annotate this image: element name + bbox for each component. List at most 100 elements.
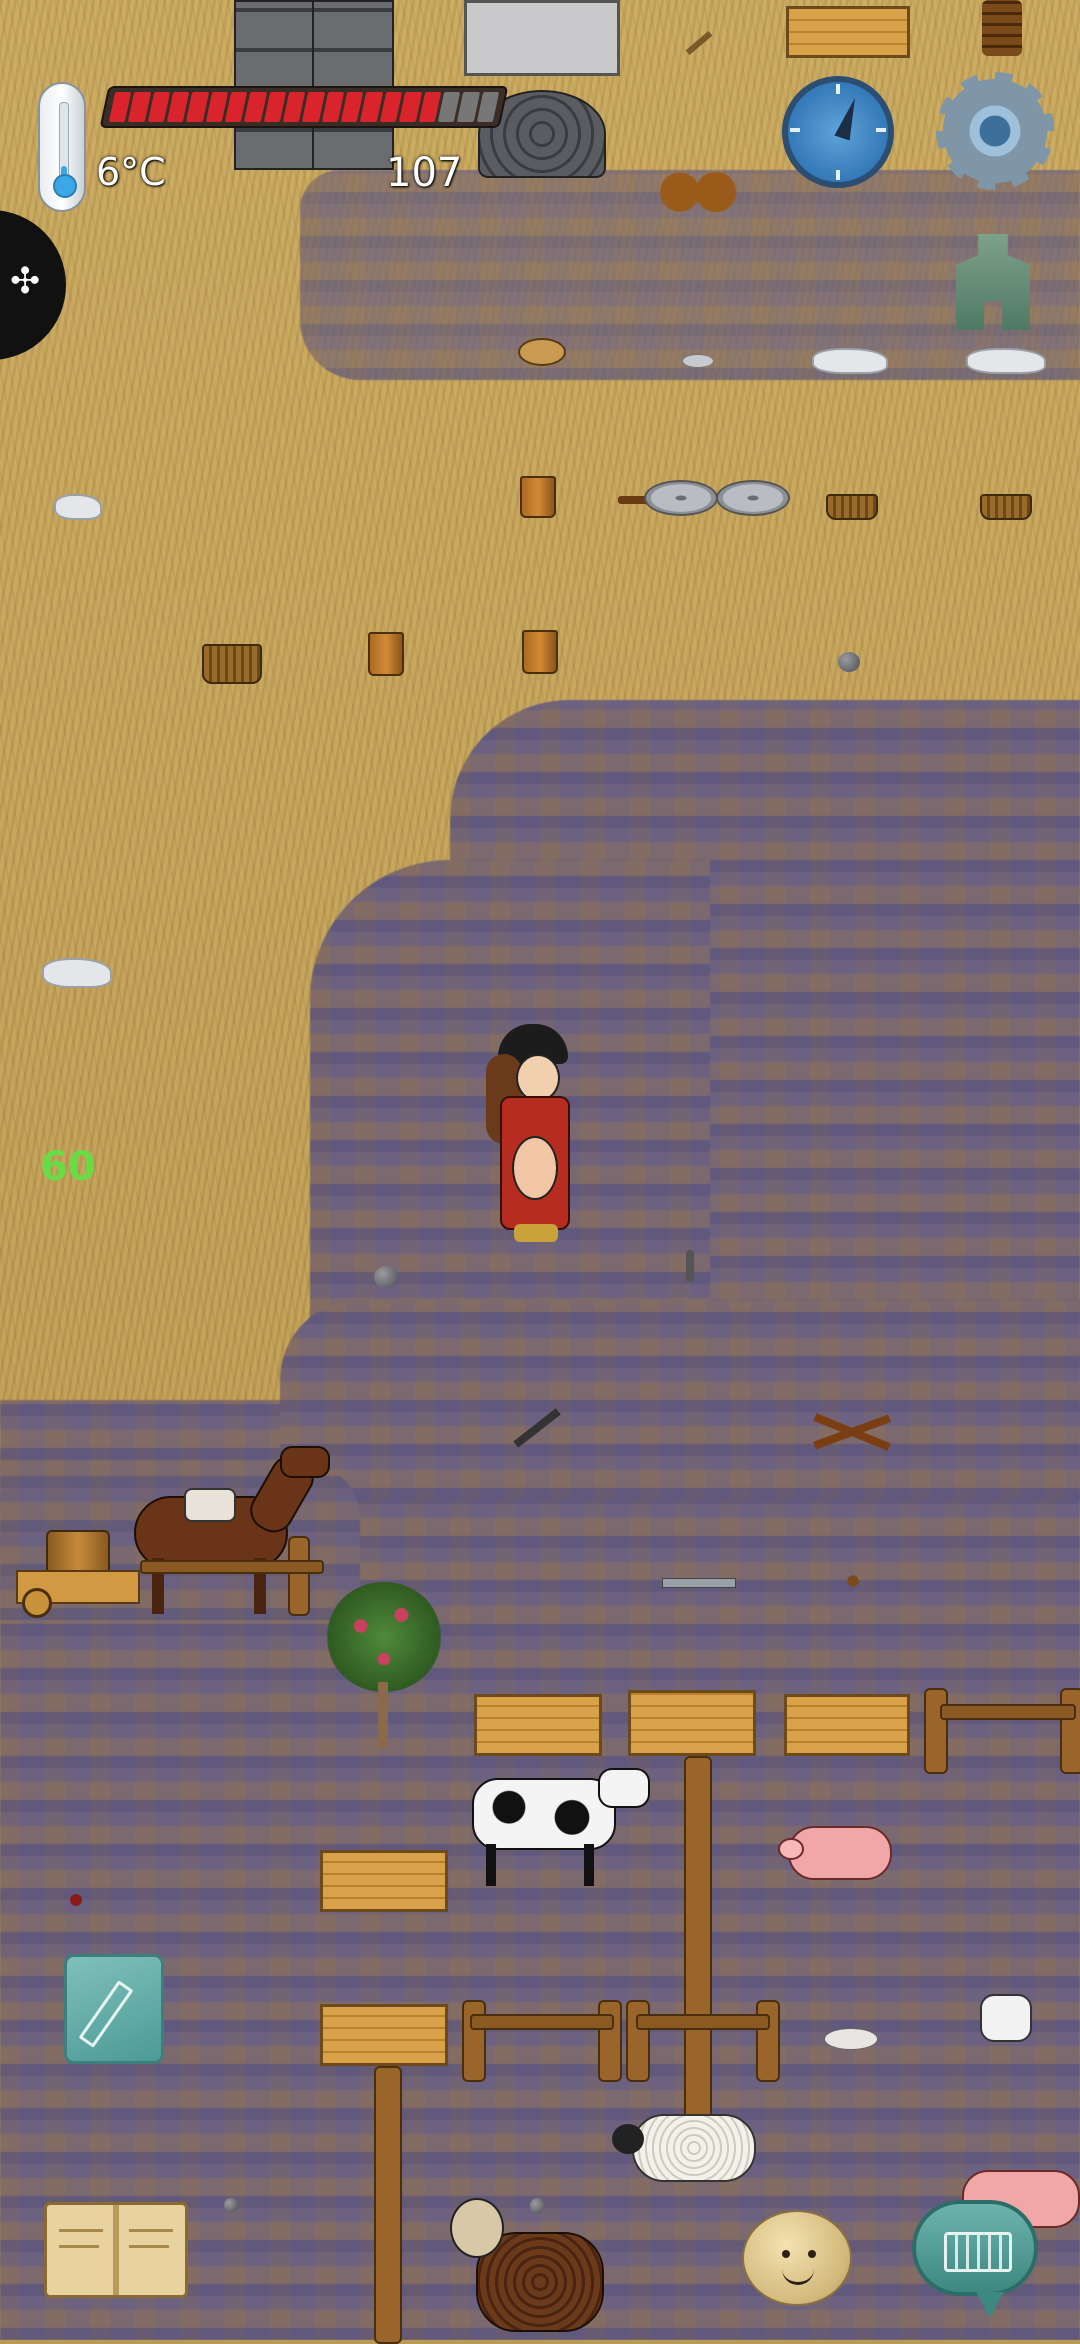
cow-body (472, 1778, 616, 1850)
millstone[interactable] (716, 480, 790, 516)
wooden-box[interactable] (786, 6, 910, 58)
round-stone[interactable] (838, 652, 860, 672)
food-segment-full (244, 92, 267, 122)
round-stone[interactable] (224, 2198, 238, 2212)
face-icon[interactable] (742, 2210, 852, 2306)
wooden-box[interactable] (320, 1850, 448, 1912)
gear-icon[interactable] (936, 72, 1054, 190)
round-stone[interactable] (530, 2198, 544, 2214)
snow-pile[interactable] (42, 958, 112, 988)
fence-rail[interactable] (140, 1560, 324, 1574)
wooden-box-with-tools[interactable] (628, 1690, 756, 1756)
cart-wheel (22, 1588, 52, 1618)
fence-post[interactable] (756, 2000, 780, 2082)
food-segment-full (398, 92, 422, 122)
fence-post[interactable] (924, 1688, 948, 1774)
fence-post[interactable] (598, 2000, 622, 2082)
thermometer-icon (38, 82, 86, 212)
cow-leg (486, 1844, 496, 1886)
cow[interactable] (466, 1768, 650, 1888)
flint-chip[interactable] (54, 494, 102, 520)
hay-bundle[interactable] (654, 172, 740, 212)
berry[interactable] (70, 1894, 82, 1906)
flat-stone[interactable] (682, 354, 714, 368)
compass-tick (876, 128, 886, 132)
player-character[interactable] (486, 1024, 582, 1250)
round-stone[interactable] (374, 1266, 398, 1288)
iron-bar[interactable] (662, 1578, 736, 1588)
note-button[interactable] (64, 1954, 164, 2064)
fence-post[interactable] (626, 2000, 650, 2082)
emote-eye (808, 2250, 816, 2258)
chat-button[interactable] (912, 2200, 1038, 2318)
ram-head (450, 2198, 504, 2258)
canvas-sheet[interactable] (464, 0, 620, 76)
compass-tick (836, 170, 840, 180)
basket[interactable] (202, 644, 262, 684)
fence-post[interactable] (462, 2000, 486, 2082)
millstone[interactable] (644, 480, 718, 516)
bush-leaves (326, 1582, 442, 1692)
badland-region (280, 1300, 1080, 1500)
feet (514, 1224, 558, 1242)
stone-wall[interactable] (234, 0, 316, 170)
sapling[interactable] (840, 1568, 866, 1594)
food-segment-empty (476, 92, 500, 122)
stone-wall[interactable] (312, 0, 394, 170)
stacked-baskets[interactable] (982, 0, 1022, 56)
food-bar (99, 86, 509, 128)
snow-pile[interactable] (812, 348, 888, 374)
wooden-box[interactable] (320, 2004, 448, 2066)
puzzle-icon: ✣ (10, 261, 41, 302)
goat[interactable] (980, 1994, 1032, 2042)
book-line (59, 2229, 103, 2232)
basket[interactable] (980, 494, 1032, 520)
sheep-fleece[interactable] (824, 2028, 878, 2050)
emote-mouth (782, 2268, 814, 2285)
compass-needle (834, 95, 863, 141)
fence-rail[interactable] (470, 2014, 614, 2030)
pencil-icon (78, 1980, 134, 2048)
fence-post[interactable] (288, 1536, 310, 1616)
fps-counter: 60 (40, 1144, 96, 1190)
sheep[interactable] (612, 2110, 756, 2194)
pig-body (788, 1826, 892, 1880)
fence-rail[interactable] (940, 1704, 1076, 1720)
food-segment-full (128, 92, 151, 122)
fence-post[interactable] (374, 2066, 402, 2344)
face (516, 1054, 560, 1102)
food-segment-empty (456, 92, 480, 122)
keyboard-icon (944, 2232, 1012, 2272)
gooseberry-bush[interactable] (326, 1582, 442, 1748)
book-icon[interactable] (44, 2202, 188, 2298)
fence-post[interactable] (684, 1756, 712, 2122)
horse-head (280, 1446, 330, 1478)
fence-rail[interactable] (636, 2014, 770, 2030)
wooden-bucket[interactable] (368, 632, 404, 676)
compass-tick (836, 84, 840, 94)
wooden-bucket[interactable] (522, 630, 558, 674)
ram[interactable] (446, 2192, 606, 2340)
wooden-box[interactable] (474, 1694, 602, 1756)
fence-post[interactable] (1060, 1688, 1080, 1774)
snow-pile[interactable] (966, 348, 1046, 374)
horse-cart[interactable] (16, 1520, 140, 1618)
cow-leg (584, 1844, 594, 1886)
book-line (59, 2245, 99, 2248)
basket[interactable] (826, 494, 878, 520)
compass-icon[interactable] (782, 76, 894, 188)
book-line (129, 2229, 173, 2232)
wooden-box[interactable] (784, 1694, 910, 1756)
saddle (184, 1488, 236, 1522)
baby (512, 1136, 558, 1200)
bread-loaf[interactable] (518, 338, 566, 366)
compass-tick (790, 128, 800, 132)
book-line (129, 2245, 169, 2248)
pig[interactable] (778, 1818, 900, 1890)
emote-eye (782, 2250, 790, 2258)
food-segment-full (186, 92, 209, 122)
temperature-readout: 6°C (96, 150, 166, 194)
stake[interactable] (686, 1250, 694, 1282)
bush-trunk (378, 1682, 388, 1748)
wooden-bucket[interactable] (520, 476, 556, 518)
